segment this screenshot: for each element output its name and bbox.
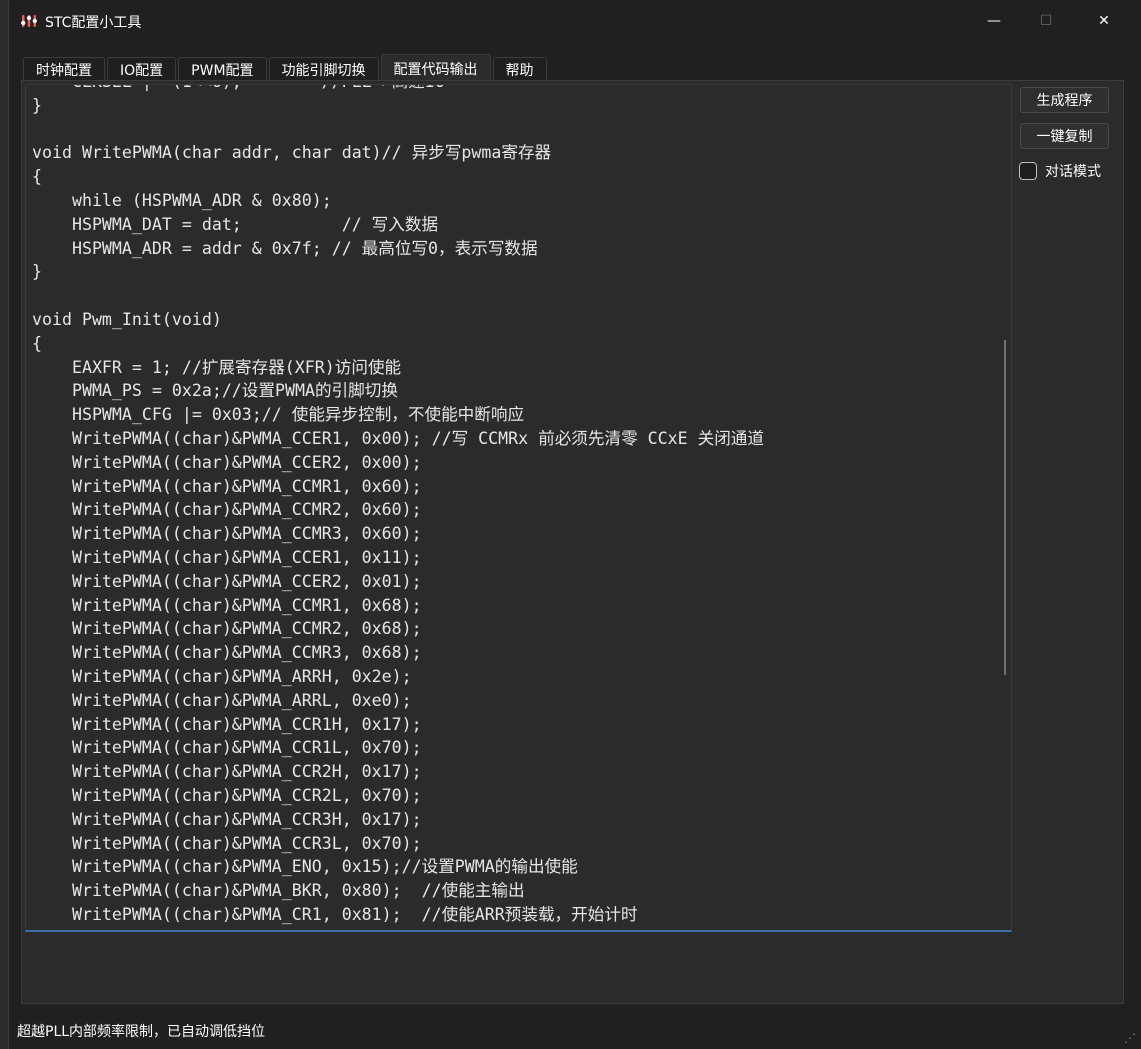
tab-code-output[interactable]: 配置代码输出 [380,54,491,82]
code-line: WritePWMA((char)&PWMA_BKR, 0x80); //使能主输… [71,881,525,901]
code-line: WritePWMA((char)&PWMA_ARRH, 0x2e); [71,666,412,686]
tab-io-config[interactable]: IO配置 [107,57,177,82]
app-window: STC配置小工具 — ☐ ✕ 时钟配置 IO配置 PWM配置 功能引脚切换 配置… [8,2,1141,1049]
code-line: WritePWMA((char)&PWMA_CCER1, 0x00); //写 … [71,428,764,448]
code-line: { [32,333,42,353]
code-line: WritePWMA((char)&PWMA_CCR1H, 0x17); [71,714,422,734]
code-line: WritePWMA((char)&PWMA_CR1, 0x81); //使能AR… [71,904,638,924]
code-line: HSPWMA_ADR = addr & 0x7f; // 最高位写0，表示写数据 [71,238,538,258]
code-line: WritePWMA((char)&PWMA_CCMR1, 0x60); [71,476,422,496]
code-line: void WritePWMA(char addr, char dat)// 异步… [32,143,552,163]
status-message: 超越PLL内部频率限制，已自动调低挡位 [17,1024,266,1040]
maximize-icon: ☐ [1039,13,1053,29]
window-title: STC配置小工具 [45,15,142,31]
code-line: WritePWMA((char)&PWMA_CCMR2, 0x68); [71,619,422,639]
code-line: CLKSEL |= (1<<6); //PLL->高速IO [32,85,445,91]
tab-clock-config[interactable]: 时钟配置 [23,57,105,82]
status-bar: 超越PLL内部频率限制，已自动调低挡位 ⋰ [9,1015,1141,1049]
code-line: WritePWMA((char)&PWMA_CCR1L, 0x70); [71,738,422,758]
code-line: WritePWMA((char)&PWMA_CCER2, 0x01); [71,571,422,591]
app-logo-icon [21,15,37,27]
code-line: } [32,95,42,115]
code-line: WritePWMA((char)&PWMA_CCR2L, 0x70); [71,785,422,805]
code-line: while (HSPWMA_ADR & 0x80); [71,190,332,210]
copy-all-button[interactable]: 一键复制 [1020,123,1109,149]
code-line: HSPWMA_DAT = dat; // 写入数据 [71,214,439,234]
minimize-button[interactable]: — [971,2,1017,40]
dialog-mode-toggle[interactable]: 对话模式 [1019,161,1101,181]
code-line: WritePWMA((char)&PWMA_CCMR2, 0x60); [71,500,422,520]
code-line: HSPWMA_CFG |= 0x03;// 使能异步控制，不使能中断响应 [71,405,525,425]
code-line: WritePWMA((char)&PWMA_CCMR3, 0x60); [71,524,422,544]
close-icon: ✕ [1098,13,1110,29]
maximize-button[interactable]: ☐ [1023,2,1069,40]
code-line: WritePWMA((char)&PWMA_CCMR1, 0x68); [71,595,422,615]
tab-pin-switch[interactable]: 功能引脚切换 [268,57,379,82]
code-line: { [32,167,42,187]
code-line: WritePWMA((char)&PWMA_CCER2, 0x00); [71,452,422,472]
code-line: WritePWMA((char)&PWMA_CCR3L, 0x70); [71,833,422,853]
tab-bar: 时钟配置 IO配置 PWM配置 功能引脚切换 配置代码输出 帮助 [23,52,549,82]
code-line: WritePWMA((char)&PWMA_ENO, 0x15);//设置PWM… [71,857,578,877]
code-line: WritePWMA((char)&PWMA_CCER1, 0x11); [71,547,422,567]
generate-code-button[interactable]: 生成程序 [1020,87,1109,113]
resize-grip-icon[interactable]: ⋰ [1124,1031,1136,1045]
close-button[interactable]: ✕ [1081,2,1127,40]
code-line: void Pwm_Init(void) [32,309,222,329]
minimize-icon: — [987,13,1001,29]
title-bar[interactable]: STC配置小工具 — ☐ ✕ [9,2,1141,40]
tab-help[interactable]: 帮助 [492,57,547,82]
editor-scrollbar[interactable] [1004,340,1006,675]
code-line: EAXFR = 1; //扩展寄存器(XFR)访问使能 [71,357,402,377]
code-line: PWMA_PS = 0x2a;//设置PWMA的引脚切换 [71,381,398,401]
code-text[interactable]: CLKSEL |= (1<<6); //PLL->高速IO } void Wri… [32,85,764,927]
dialog-mode-label: 对话模式 [1045,164,1101,180]
code-line: WritePWMA((char)&PWMA_ARRL, 0xe0); [71,690,412,710]
code-editor[interactable]: CLKSEL |= (1<<6); //PLL->高速IO } void Wri… [25,84,1012,932]
code-output-panel: CLKSEL |= (1<<6); //PLL->高速IO } void Wri… [21,80,1124,1004]
code-line: WritePWMA((char)&PWMA_CCMR3, 0x68); [71,643,422,663]
code-line: } [32,262,42,282]
code-line: WritePWMA((char)&PWMA_CCR2H, 0x17); [71,762,422,782]
code-line: WritePWMA((char)&PWMA_CCR3H, 0x17); [71,809,422,829]
tab-pwm-config[interactable]: PWM配置 [178,57,267,82]
dialog-mode-checkbox[interactable] [1019,162,1037,180]
